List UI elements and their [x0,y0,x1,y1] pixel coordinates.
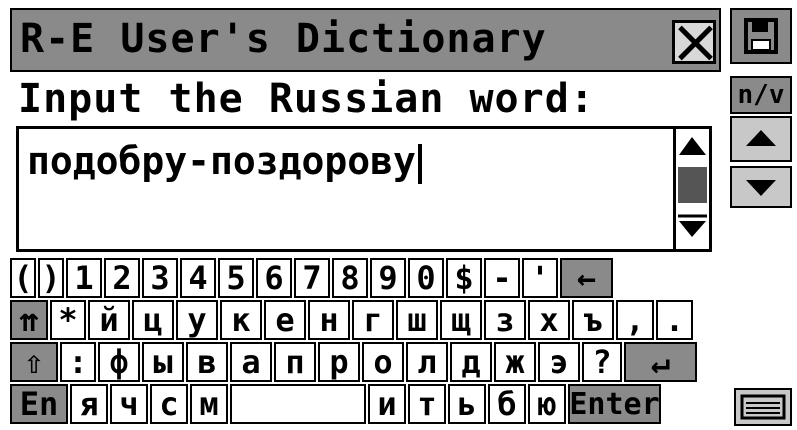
key-я[interactable]: я [70,384,108,424]
key-л[interactable]: л [406,342,448,382]
key-ц[interactable]: ц [132,300,174,340]
title-bar: R-E User's Dictionary [10,8,721,72]
scroll-up-button[interactable] [730,116,792,162]
key-т[interactable]: т [408,384,446,424]
key-1[interactable]: 1 [66,258,102,298]
key-3[interactable]: 3 [142,258,178,298]
scroll-up-icon[interactable] [676,133,709,161]
key-5[interactable]: 5 [218,258,254,298]
word-input[interactable]: подобру-поздорову [16,126,712,252]
key-ъ[interactable]: ъ [572,300,614,340]
key-4[interactable]: 4 [180,258,216,298]
scroll-down-button[interactable] [730,166,792,208]
return-key[interactable]: ↵ [624,342,697,382]
key-lparen[interactable]: ( [10,258,36,298]
key-г[interactable]: г [352,300,394,340]
caps-lock-key[interactable]: ⇈ [10,300,48,340]
key-period[interactable]: . [656,300,693,340]
scroll-down-icon[interactable] [676,213,709,241]
key-ж[interactable]: ж [494,342,536,382]
key-у[interactable]: у [176,300,218,340]
key-х[interactable]: х [528,300,570,340]
key-н[interactable]: н [308,300,350,340]
key-colon[interactable]: : [60,342,96,382]
key-щ[interactable]: щ [440,300,482,340]
input-text[interactable]: подобру-поздорову [27,139,422,184]
key-е[interactable]: е [264,300,306,340]
on-screen-keyboard: ( ) 1 2 3 4 5 6 7 8 9 0 $ - ' ← ⇈ * й ц … [10,258,721,424]
input-value: подобру-поздорову [27,139,416,183]
close-icon[interactable] [672,20,716,64]
floppy-icon [744,18,778,54]
key-й[interactable]: й [88,300,130,340]
key-rparen[interactable]: ) [38,258,64,298]
key-comma[interactable]: , [616,300,654,340]
key-а[interactable]: а [230,342,272,382]
key-9[interactable]: 9 [370,258,406,298]
save-button[interactable] [730,8,792,64]
key-ф[interactable]: ф [98,342,140,382]
arrow-down-icon [746,180,776,196]
shift-key[interactable]: ⇧ [10,342,58,382]
key-0[interactable]: 0 [408,258,444,298]
key-ю[interactable]: ю [528,384,566,424]
key-в[interactable]: в [186,342,228,382]
key-и[interactable]: и [368,384,406,424]
backspace-key[interactable]: ← [560,258,613,298]
key-ш[interactable]: ш [396,300,438,340]
key-dollar[interactable]: $ [446,258,482,298]
key-minus[interactable]: - [484,258,520,298]
arrow-up-icon [746,130,776,146]
key-2[interactable]: 2 [104,258,140,298]
window-title: R-E User's Dictionary [20,16,547,62]
key-д[interactable]: д [450,342,492,382]
key-р[interactable]: р [318,342,360,382]
key-о[interactable]: о [362,342,404,382]
key-м[interactable]: м [190,384,228,424]
text-caret [417,143,422,184]
prompt-label: Input the Russian word: [18,76,595,122]
key-asterisk[interactable]: * [50,300,86,340]
key-п[interactable]: п [274,342,316,382]
enter-key[interactable]: Enter [568,384,661,424]
key-question[interactable]: ? [582,342,622,382]
keyboard-icon[interactable] [734,388,792,426]
key-ы[interactable]: ы [142,342,184,382]
key-apostrophe[interactable]: ' [522,258,558,298]
key-з[interactable]: з [484,300,526,340]
key-э[interactable]: э [538,342,580,382]
key-6[interactable]: 6 [256,258,292,298]
language-key[interactable]: En [10,384,68,424]
space-key[interactable] [230,384,366,424]
key-7[interactable]: 7 [294,258,330,298]
key-ь[interactable]: ь [448,384,486,424]
key-ч[interactable]: ч [110,384,148,424]
key-8[interactable]: 8 [332,258,368,298]
key-с[interactable]: с [150,384,188,424]
key-б[interactable]: б [488,384,526,424]
scroll-thumb[interactable] [678,167,707,203]
key-к[interactable]: к [220,300,262,340]
vertical-scrollbar[interactable] [673,129,709,249]
noun-verb-toggle[interactable]: n/v [730,76,792,114]
